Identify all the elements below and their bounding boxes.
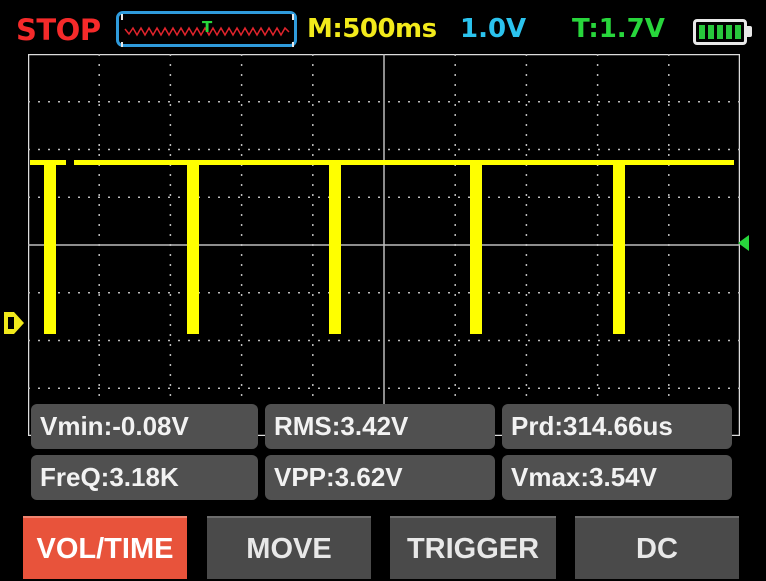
timebase-preview: T xyxy=(116,11,297,47)
measurement-period: Prd:314.66us xyxy=(502,404,732,449)
move-button[interactable]: MOVE xyxy=(207,516,371,579)
status-bar: STOP T M:500ms 1.0V T:1.7V xyxy=(0,0,766,56)
channel-offset-marker[interactable] xyxy=(2,310,26,340)
coupling-dc-button[interactable]: DC xyxy=(575,516,739,579)
run-state-indicator[interactable]: STOP xyxy=(16,13,101,47)
measurement-vmin: Vmin:-0.08V xyxy=(31,404,258,449)
measurement-vmax: Vmax:3.54V xyxy=(502,455,732,500)
timebase-readout[interactable]: M:500ms xyxy=(307,14,437,44)
waveform-low-pulse xyxy=(329,160,341,334)
measurement-frequency: FreQ:3.18K xyxy=(31,455,258,500)
measurement-vpp: VPP:3.62V xyxy=(265,455,495,500)
battery-icon xyxy=(693,19,747,45)
trigger-level-readout[interactable]: T:1.7V xyxy=(572,14,665,44)
waveform-low-pulse xyxy=(613,160,625,334)
vol-time-button[interactable]: VOL/TIME xyxy=(23,516,187,579)
left-triangle-icon xyxy=(738,235,749,251)
measurement-rms: RMS:3.42V xyxy=(265,404,495,449)
waveform-low-pulse xyxy=(470,160,482,334)
channel-marker-icon xyxy=(4,312,24,334)
waveform-grid xyxy=(28,54,740,436)
waveform-low-pulse xyxy=(187,160,199,334)
trigger-level-marker[interactable] xyxy=(737,234,751,256)
trigger-position-label: T xyxy=(202,18,213,36)
waveform-low-pulse xyxy=(44,160,56,334)
waveform-trace xyxy=(30,160,734,334)
waveform-high-segment xyxy=(74,160,734,165)
battery-cap xyxy=(747,26,752,37)
volts-per-div-readout[interactable]: 1.0V xyxy=(460,14,526,44)
waveform-display[interactable] xyxy=(28,54,740,436)
trigger-button[interactable]: TRIGGER xyxy=(390,516,556,579)
